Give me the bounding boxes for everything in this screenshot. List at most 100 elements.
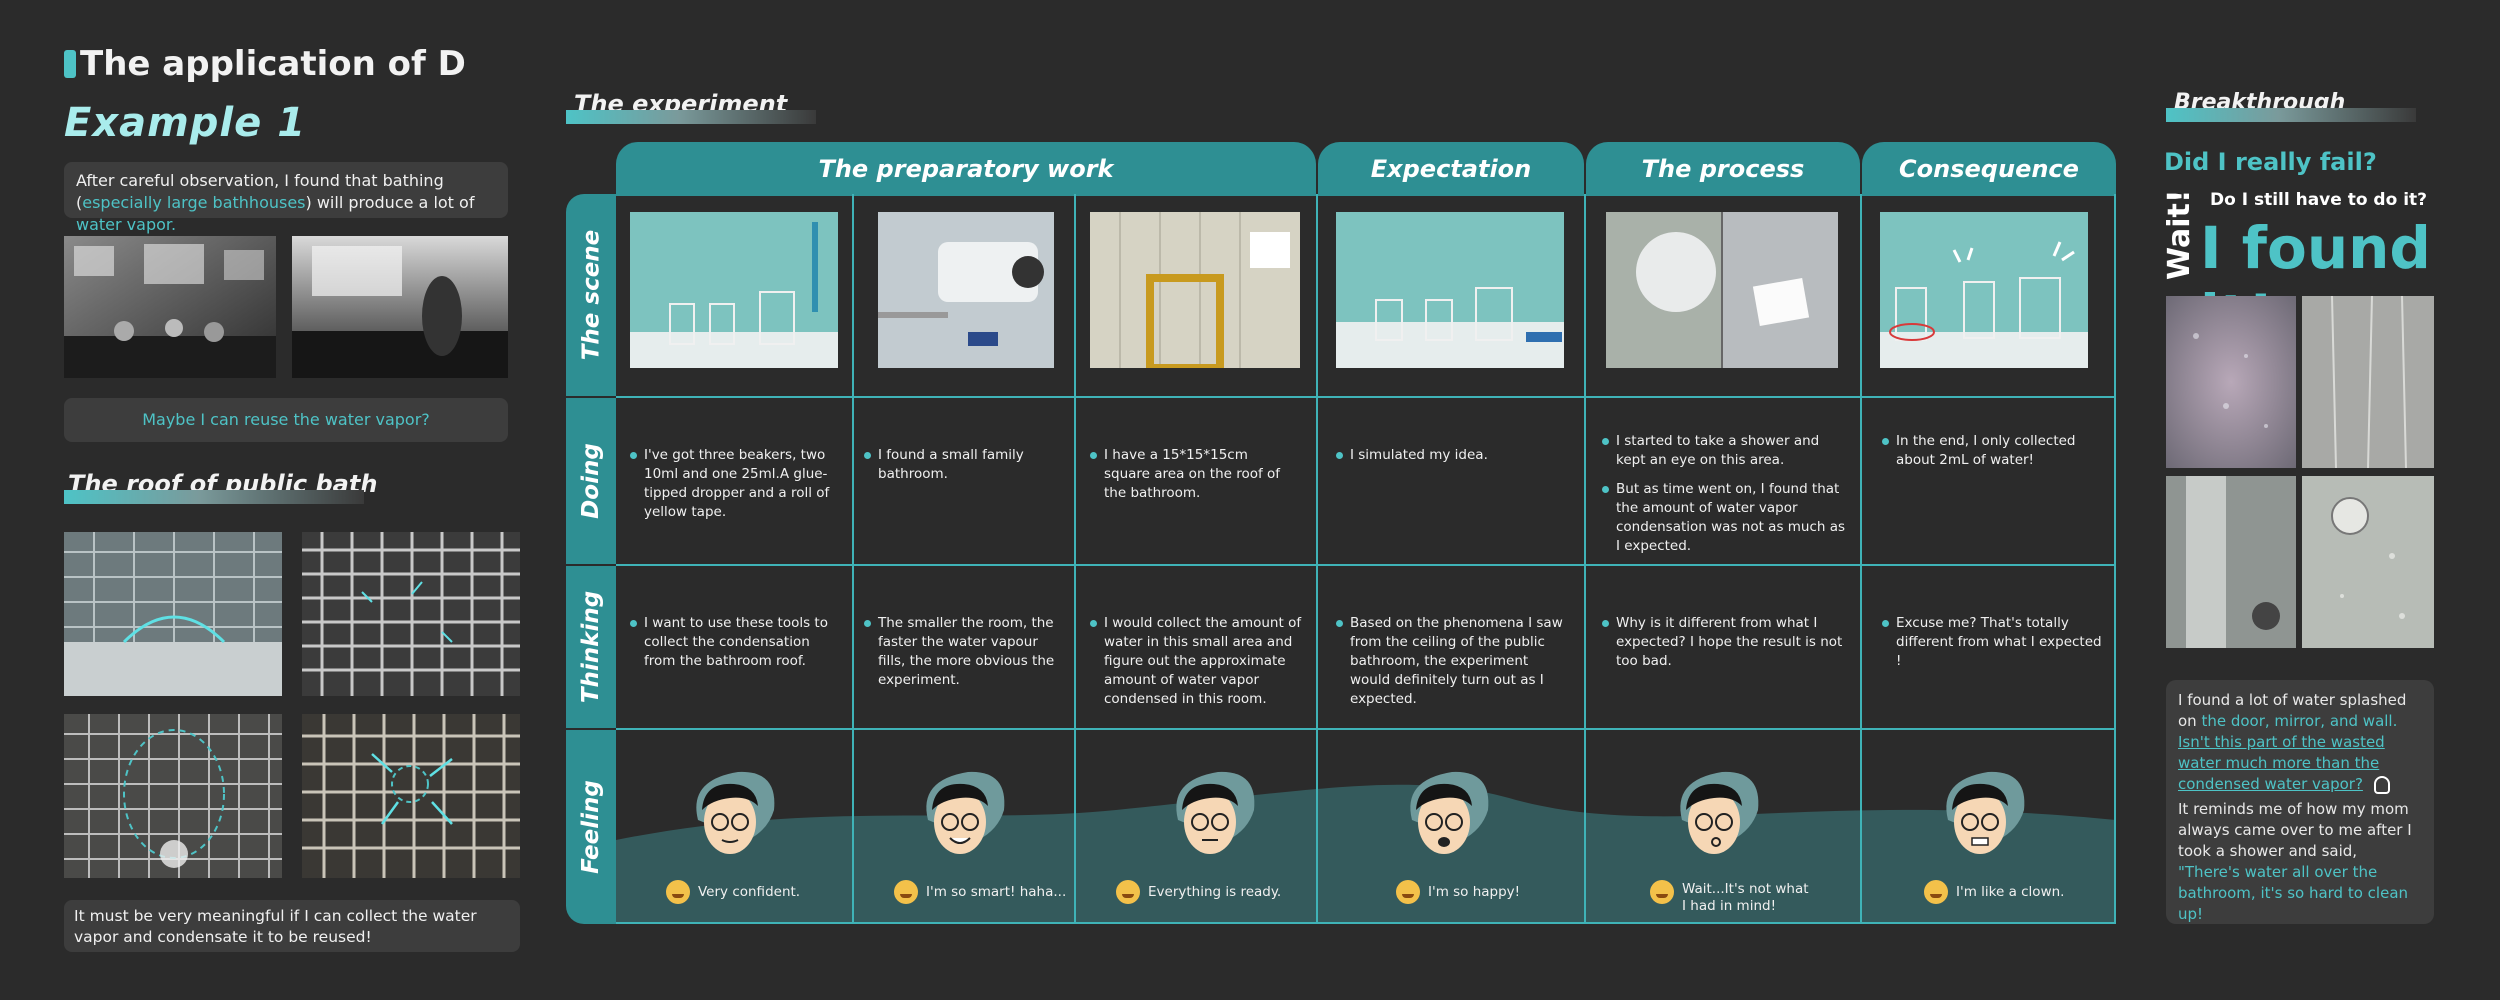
doing-cell-4: I simulated my idea. [1336, 446, 1566, 475]
row-header-feeling: Feeling [566, 730, 616, 924]
feeling-text-5: Wait...It's not what I had in mind! [1682, 881, 1809, 914]
splash-photo-3 [2166, 476, 2296, 648]
feeling-caption-5: Wait...It's not what I had in mind! [1650, 880, 1810, 915]
note2-prefix: It reminds me of how my mom always came … [2178, 800, 2412, 860]
did-fail-heading: Did I really fail? [2164, 148, 2377, 176]
thinking-cell-5-item: Why is it different from what I expected… [1602, 614, 1852, 671]
thinking-cell-5: Why is it different from what I expected… [1602, 614, 1852, 681]
feeling-text-6: I'm like a clown. [1956, 884, 2065, 900]
row-header-scene-label: The scene [578, 229, 605, 361]
thinking-cell-4-item: Based on the phenomena I saw from the ce… [1336, 614, 1572, 709]
still-question: Do I still have to do it? [2210, 190, 2428, 210]
thinking-cell-1-item: I want to use these tools to collect the… [630, 614, 842, 671]
feeling-caption-2: I'm so smart! haha... [894, 880, 1070, 904]
row-header-scene: The scene [566, 194, 616, 396]
thinking-cell-2: The smaller the room, the faster the wat… [864, 614, 1068, 700]
doing-cell-3-item-1: I have a 15*15*15cm square area on the r… [1090, 446, 1290, 503]
thinking-cell-6-item: Excuse me? That's totally different from… [1882, 614, 2108, 671]
note-highlight: the door, mirror, and wall. [2201, 712, 2398, 730]
lightbulb-icon [2373, 775, 2390, 794]
doing-cell-4-item-1: I simulated my idea. [1336, 446, 1566, 465]
thinking-cell-4: Based on the phenomena I saw from the ce… [1336, 614, 1572, 719]
grid-line [1316, 194, 1318, 924]
character-face-6 [1946, 771, 2025, 854]
scene-photo-simulation [1336, 212, 1564, 368]
doing-cell-2: I found a small family bathroom. [864, 446, 1068, 494]
emoji-icon [666, 880, 690, 904]
grid-line [2114, 194, 2116, 924]
character-face-1 [696, 771, 775, 854]
doing-cell-6: In the end, I only collected about 2mL o… [1882, 432, 2104, 480]
intro-highlight-2: water vapor [76, 215, 171, 234]
row-header-thinking: Thinking [566, 566, 616, 728]
character-face-2 [926, 771, 1005, 854]
emoji-icon [1116, 880, 1140, 904]
doing-cell-5-item-2: But as time went on, I found that the am… [1602, 480, 1852, 556]
doing-cell-5: I started to take a shower and kept an e… [1602, 432, 1852, 566]
roof-photo-1 [64, 532, 282, 696]
breakthrough-note: I found a lot of water splashed on the d… [2166, 680, 2434, 924]
conclusion-text: It must be very meaningful if I can coll… [74, 907, 477, 946]
character-face-5 [1680, 771, 1759, 854]
note-underlined: Isn't this part of the wasted water much… [2178, 733, 2385, 793]
doing-cell-6-item-1: In the end, I only collected about 2mL o… [1882, 432, 2104, 470]
roof-section-bar [64, 490, 364, 504]
doing-cell-2-item-1: I found a small family bathroom. [864, 446, 1068, 484]
splash-photo-1 [2166, 296, 2296, 468]
breakthrough-bar [2166, 108, 2416, 122]
wait-label: Wait! [2162, 189, 2197, 280]
scene-photo-water-heater [878, 212, 1054, 368]
feeling-caption-1: Very confident. [666, 880, 846, 904]
conclusion-note: It must be very meaningful if I can coll… [64, 900, 520, 952]
character-face-3 [1176, 771, 1255, 854]
feeling-caption-4: I'm so happy! [1396, 880, 1572, 904]
feeling-text-4: I'm so happy! [1428, 884, 1521, 900]
experiment-section-bar [566, 110, 816, 124]
note2-highlight: "There's water all over the bathroom, it… [2178, 863, 2409, 923]
roof-photo-4 [302, 714, 520, 878]
feeling-caption-3: Everything is ready. [1116, 880, 1312, 904]
intro-note: After careful observation, I found that … [64, 162, 508, 234]
roof-photo-3 [64, 714, 282, 878]
doing-cell-5-item-1: I started to take a shower and kept an e… [1602, 432, 1852, 470]
row-header-doing: Doing [566, 398, 616, 564]
grid-line [616, 564, 2116, 566]
feeling-text-1: Very confident. [698, 884, 801, 900]
emoji-icon [894, 880, 918, 904]
feeling-text-2: I'm so smart! haha... [926, 884, 1067, 900]
grid-line [616, 396, 2116, 398]
col-header-expectation: Expectation [1318, 142, 1584, 196]
thinking-cell-1: I want to use these tools to collect the… [630, 614, 842, 681]
reuse-question: Maybe I can reuse the water vapor? [64, 398, 508, 442]
page-title: The application of D [80, 44, 466, 84]
grid-line [1074, 194, 1076, 924]
splash-photo-4 [2302, 476, 2434, 648]
grid-line [852, 194, 854, 924]
row-header-feeling-label: Feeling [578, 780, 605, 874]
title-accent-bar [64, 50, 76, 78]
example-title: Example 1 [64, 100, 307, 146]
feeling-text-3: Everything is ready. [1148, 884, 1282, 900]
doing-cell-3: I have a 15*15*15cm square area on the r… [1090, 446, 1290, 513]
thinking-cell-2-item: The smaller the room, the faster the wat… [864, 614, 1068, 690]
doing-cell-1-item-1: I've got three beakers, two 10ml and one… [630, 446, 842, 522]
grid-line [1860, 194, 1862, 924]
intro-middle: ) will produce a lot of [305, 193, 475, 212]
col-header-consequence: Consequence [1862, 142, 2116, 196]
feeling-caption-6: I'm like a clown. [1924, 880, 2104, 904]
scene-photo-beakers [630, 212, 838, 368]
thinking-cell-6: Excuse me? That's totally different from… [1882, 614, 2108, 681]
scene-photo-consequence [1880, 212, 2088, 368]
grid-line [1584, 194, 1586, 924]
row-header-thinking-label: Thinking [578, 590, 604, 704]
emoji-icon [1396, 880, 1420, 904]
doing-cell-1: I've got three beakers, two 10ml and one… [630, 446, 842, 532]
roof-photo-2 [302, 532, 520, 696]
col-header-preparatory: The preparatory work [616, 142, 1316, 196]
emoji-icon [1650, 880, 1674, 904]
grid-line [616, 922, 2116, 924]
reuse-question-text: Maybe I can reuse the water vapor? [142, 410, 430, 429]
bathhouse-photo-1 [64, 236, 276, 378]
row-header-doing-label: Doing [578, 443, 604, 519]
splash-photo-2 [2302, 296, 2434, 468]
